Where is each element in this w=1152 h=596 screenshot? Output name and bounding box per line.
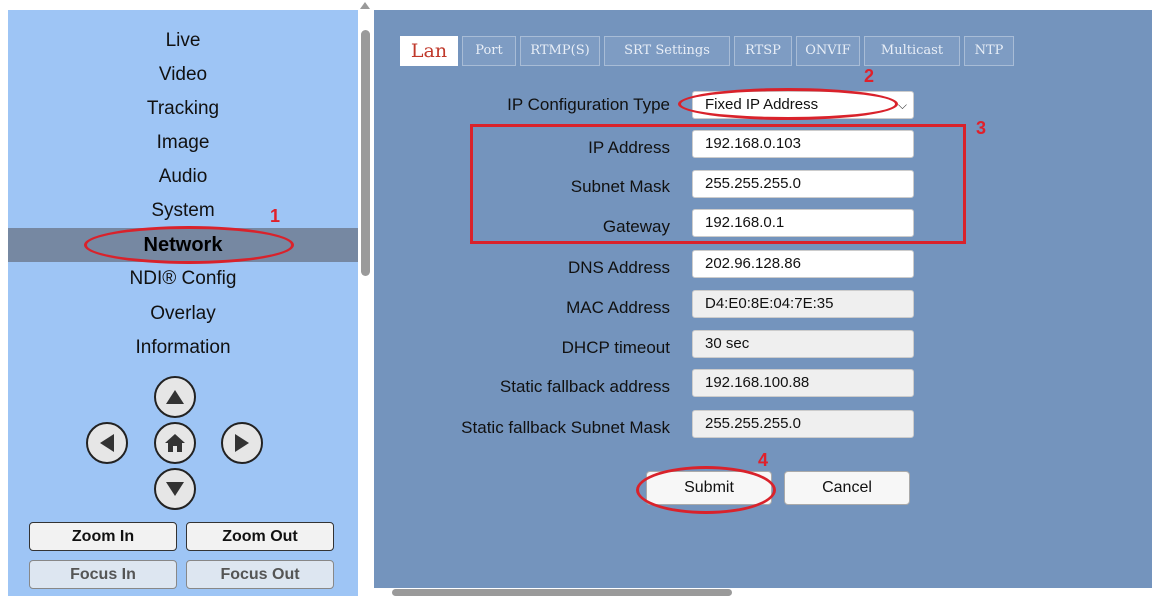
sidebar-item-video[interactable]: Video: [8, 58, 358, 92]
arrow-right-icon: [235, 434, 249, 452]
tab-lan[interactable]: Lan: [400, 36, 458, 66]
subnet-mask-input[interactable]: 255.255.255.0: [692, 170, 914, 198]
annotation-number-1: 1: [270, 206, 281, 226]
sidebar-item-ndi-config[interactable]: NDI® Config: [8, 262, 358, 296]
tab-rtmp[interactable]: RTMP(S): [520, 36, 600, 66]
ip-address-input[interactable]: 192.168.0.103: [692, 130, 914, 158]
focus-out-button[interactable]: Focus Out: [186, 560, 334, 589]
ip-type-select[interactable]: Fixed IP Address ⌵: [692, 91, 914, 119]
tab-port[interactable]: Port: [462, 36, 516, 66]
mac-address-label: MAC Address: [566, 298, 670, 317]
dns-address-label: DNS Address: [567, 258, 670, 277]
scroll-up-arrow-icon[interactable]: [360, 2, 370, 9]
app-root: Live Video Tracking Image Audio System N…: [0, 0, 1152, 596]
dhcp-timeout-label: DHCP timeout: [561, 338, 670, 357]
dns-address-input[interactable]: 202.96.128.86: [692, 250, 914, 278]
sidebar-item-audio[interactable]: Audio: [8, 160, 358, 194]
fallback-address-field: 192.168.100.88: [692, 369, 914, 397]
pan-up-button[interactable]: [154, 376, 196, 418]
sidebar-item-network[interactable]: Network: [8, 228, 358, 262]
cancel-button[interactable]: Cancel: [784, 471, 910, 505]
tab-ntp[interactable]: NTP: [964, 36, 1014, 66]
horizontal-scroll-thumb[interactable]: [392, 589, 732, 596]
gateway-input[interactable]: 192.168.0.1: [692, 209, 914, 237]
home-icon: [165, 434, 185, 452]
tab-srt-settings[interactable]: SRT Settings: [604, 36, 730, 66]
tab-multicast[interactable]: Multicast: [864, 36, 960, 66]
tab-rtsp[interactable]: RTSP: [734, 36, 792, 66]
sidebar-item-tracking[interactable]: Tracking: [8, 92, 358, 126]
sidebar-scroll-thumb[interactable]: [361, 30, 370, 276]
zoom-in-button[interactable]: Zoom In: [29, 522, 177, 551]
gateway-label: Gateway: [602, 217, 670, 236]
sidebar-item-image[interactable]: Image: [8, 126, 358, 160]
fallback-subnet-label: Static fallback Subnet Mask: [461, 418, 670, 437]
network-settings-panel: Lan Port RTMP(S) SRT Settings RTSP ONVIF…: [374, 10, 1152, 588]
pan-down-button[interactable]: [154, 468, 196, 510]
tab-onvif[interactable]: ONVIF: [796, 36, 860, 66]
zoom-out-button[interactable]: Zoom Out: [186, 522, 334, 551]
ip-address-label: IP Address: [588, 138, 670, 157]
ip-type-value: Fixed IP Address: [705, 96, 819, 113]
home-button[interactable]: [154, 422, 196, 464]
pan-left-button[interactable]: [86, 422, 128, 464]
mac-address-field: D4:E0:8E:04:7E:35: [692, 290, 914, 318]
horizontal-scrollbar[interactable]: [374, 588, 1152, 596]
sidebar-item-information[interactable]: Information: [8, 331, 358, 365]
fallback-subnet-field: 255.255.255.0: [692, 410, 914, 438]
sidebar: Live Video Tracking Image Audio System N…: [8, 10, 358, 596]
annotation-number-4: 4: [758, 450, 769, 470]
arrow-up-icon: [166, 390, 184, 404]
fallback-address-label: Static fallback address: [499, 377, 670, 396]
arrow-left-icon: [100, 434, 114, 452]
annotation-number-3: 3: [976, 118, 987, 138]
subnet-mask-label: Subnet Mask: [570, 177, 670, 196]
annotation-number-2: 2: [864, 66, 875, 86]
arrow-down-icon: [166, 482, 184, 496]
submit-button[interactable]: Submit: [646, 471, 772, 505]
sidebar-scrollbar[interactable]: [358, 0, 372, 596]
ip-type-label: IP Configuration Type: [507, 95, 670, 114]
chevron-down-icon: ⌵: [897, 98, 907, 112]
sidebar-item-overlay[interactable]: Overlay: [8, 297, 358, 331]
sidebar-item-system[interactable]: System: [8, 194, 358, 228]
sidebar-item-live[interactable]: Live: [8, 24, 358, 58]
pan-right-button[interactable]: [221, 422, 263, 464]
focus-in-button[interactable]: Focus In: [29, 560, 177, 589]
dhcp-timeout-field: 30 sec: [692, 330, 914, 358]
